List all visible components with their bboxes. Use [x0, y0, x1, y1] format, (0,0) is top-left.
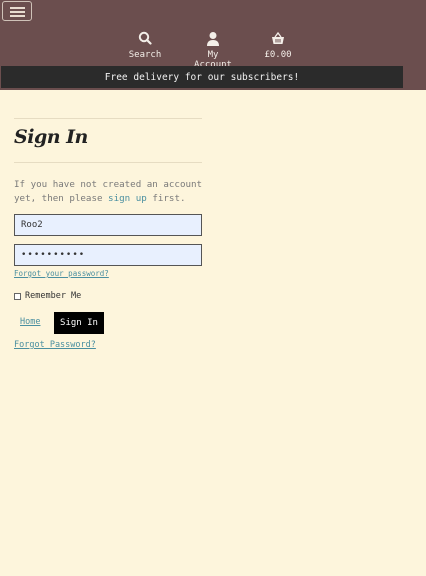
menu-toggle-button[interactable] [2, 1, 32, 21]
nav-search[interactable]: Search [128, 31, 162, 60]
basket-total: £0.00 [264, 50, 292, 60]
remember-me-checkbox[interactable] [14, 292, 21, 300]
divider-top [14, 118, 202, 119]
hamburger-icon-line [10, 11, 25, 13]
intro-text-end: first. [146, 193, 186, 204]
user-icon [207, 32, 219, 46]
nav-search-label: Search [128, 50, 162, 60]
forgot-password-link-small[interactable]: Forgot your password? [14, 269, 109, 278]
sign-in-button[interactable]: Sign In [54, 312, 104, 334]
divider-bottom [14, 162, 202, 163]
home-link[interactable]: Home [20, 317, 40, 327]
search-icon [138, 31, 152, 45]
banner-text: Free delivery for our subscribers! [104, 71, 300, 83]
signup-link[interactable]: sign up [108, 193, 147, 204]
delivery-banner: Free delivery for our subscribers! [1, 66, 403, 88]
site-header: Search My Account £0.00 Free delivery fo… [0, 0, 426, 90]
basket-icon [272, 31, 284, 44]
forgot-password-link[interactable]: Forgot Password? [14, 340, 96, 350]
remember-me-label: Remember Me [25, 291, 82, 301]
hamburger-icon-line [10, 15, 25, 17]
remember-me[interactable]: Remember Me [14, 291, 81, 301]
username-field[interactable] [14, 214, 202, 236]
nav-my-account[interactable]: My Account [186, 31, 240, 70]
password-field[interactable] [14, 244, 202, 266]
hamburger-icon-line [10, 7, 25, 9]
signup-prompt: If you have not created an account yet, … [14, 178, 204, 206]
page-title: Sign In [14, 126, 88, 148]
nav-basket[interactable]: £0.00 [263, 31, 293, 60]
